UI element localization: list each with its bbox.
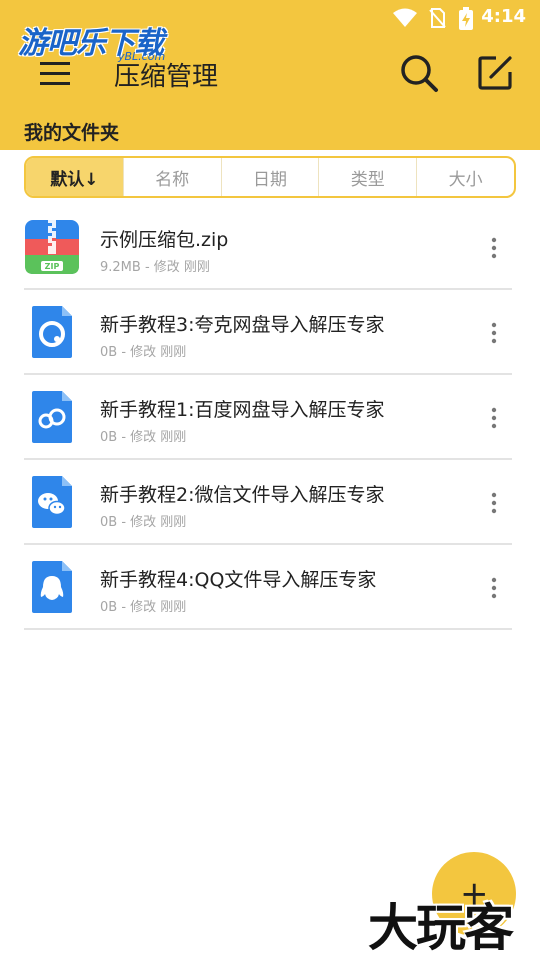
- more-vertical-icon[interactable]: [490, 407, 498, 429]
- sort-tab-date[interactable]: 日期: [222, 158, 320, 196]
- sort-tab-name[interactable]: 名称: [124, 158, 222, 196]
- menu-icon[interactable]: [36, 56, 76, 92]
- sort-tab-type[interactable]: 类型: [319, 158, 418, 196]
- sort-tab-default[interactable]: 默认↓: [26, 158, 124, 196]
- zip-archive-icon: ZIP: [25, 220, 79, 274]
- section-label: 我的文件夹: [24, 122, 120, 144]
- wifi-icon: [393, 8, 417, 27]
- file-row[interactable]: ZIP 示例压缩包.zip 9.2MB - 修改 刚刚: [24, 205, 512, 290]
- page-title: 压缩管理: [114, 62, 219, 92]
- brand-watermark: 大玩客: [368, 899, 514, 957]
- svg-text:ZIP: ZIP: [45, 262, 60, 271]
- no-sim-icon: [429, 8, 446, 28]
- file-meta: 0B - 修改 刚刚: [100, 600, 187, 615]
- app-header: 4:14 游吧乐下载 yBL.com 压缩管理 我的文件夹: [0, 0, 540, 150]
- baidu-cloud-file-icon: [32, 391, 72, 443]
- file-name: 新手教程2:微信文件导入解压专家: [100, 484, 385, 506]
- search-icon[interactable]: [398, 52, 440, 94]
- more-vertical-icon[interactable]: [490, 237, 498, 259]
- qq-file-icon: [32, 561, 72, 613]
- more-vertical-icon[interactable]: [490, 577, 498, 599]
- status-time: 4:14: [481, 6, 526, 27]
- file-meta: 9.2MB - 修改 刚刚: [100, 260, 210, 275]
- more-vertical-icon[interactable]: [490, 492, 498, 514]
- file-row[interactable]: 新手教程4:QQ文件导入解压专家 0B - 修改 刚刚: [24, 545, 512, 630]
- file-row[interactable]: 新手教程2:微信文件导入解压专家 0B - 修改 刚刚: [24, 460, 512, 545]
- file-name: 新手教程3:夸克网盘导入解压专家: [100, 314, 385, 336]
- edit-icon[interactable]: [474, 52, 516, 94]
- file-list: ZIP 示例压缩包.zip 9.2MB - 修改 刚刚 新手教程3:夸克网盘导入…: [24, 205, 512, 630]
- sort-bar: 默认↓ 名称 日期 类型 大小: [24, 156, 516, 198]
- quark-file-icon: [32, 306, 72, 358]
- file-meta: 0B - 修改 刚刚: [100, 345, 187, 360]
- wechat-file-icon: [32, 476, 72, 528]
- file-row[interactable]: 新手教程3:夸克网盘导入解压专家 0B - 修改 刚刚: [24, 290, 512, 375]
- file-name: 新手教程4:QQ文件导入解压专家: [100, 569, 377, 591]
- sort-tab-size[interactable]: 大小: [417, 158, 514, 196]
- more-vertical-icon[interactable]: [490, 322, 498, 344]
- battery-charging-icon: [459, 7, 473, 30]
- file-meta: 0B - 修改 刚刚: [100, 430, 187, 445]
- file-meta: 0B - 修改 刚刚: [100, 515, 187, 530]
- file-name: 示例压缩包.zip: [100, 229, 229, 251]
- file-name: 新手教程1:百度网盘导入解压专家: [100, 399, 385, 421]
- file-row[interactable]: 新手教程1:百度网盘导入解压专家 0B - 修改 刚刚: [24, 375, 512, 460]
